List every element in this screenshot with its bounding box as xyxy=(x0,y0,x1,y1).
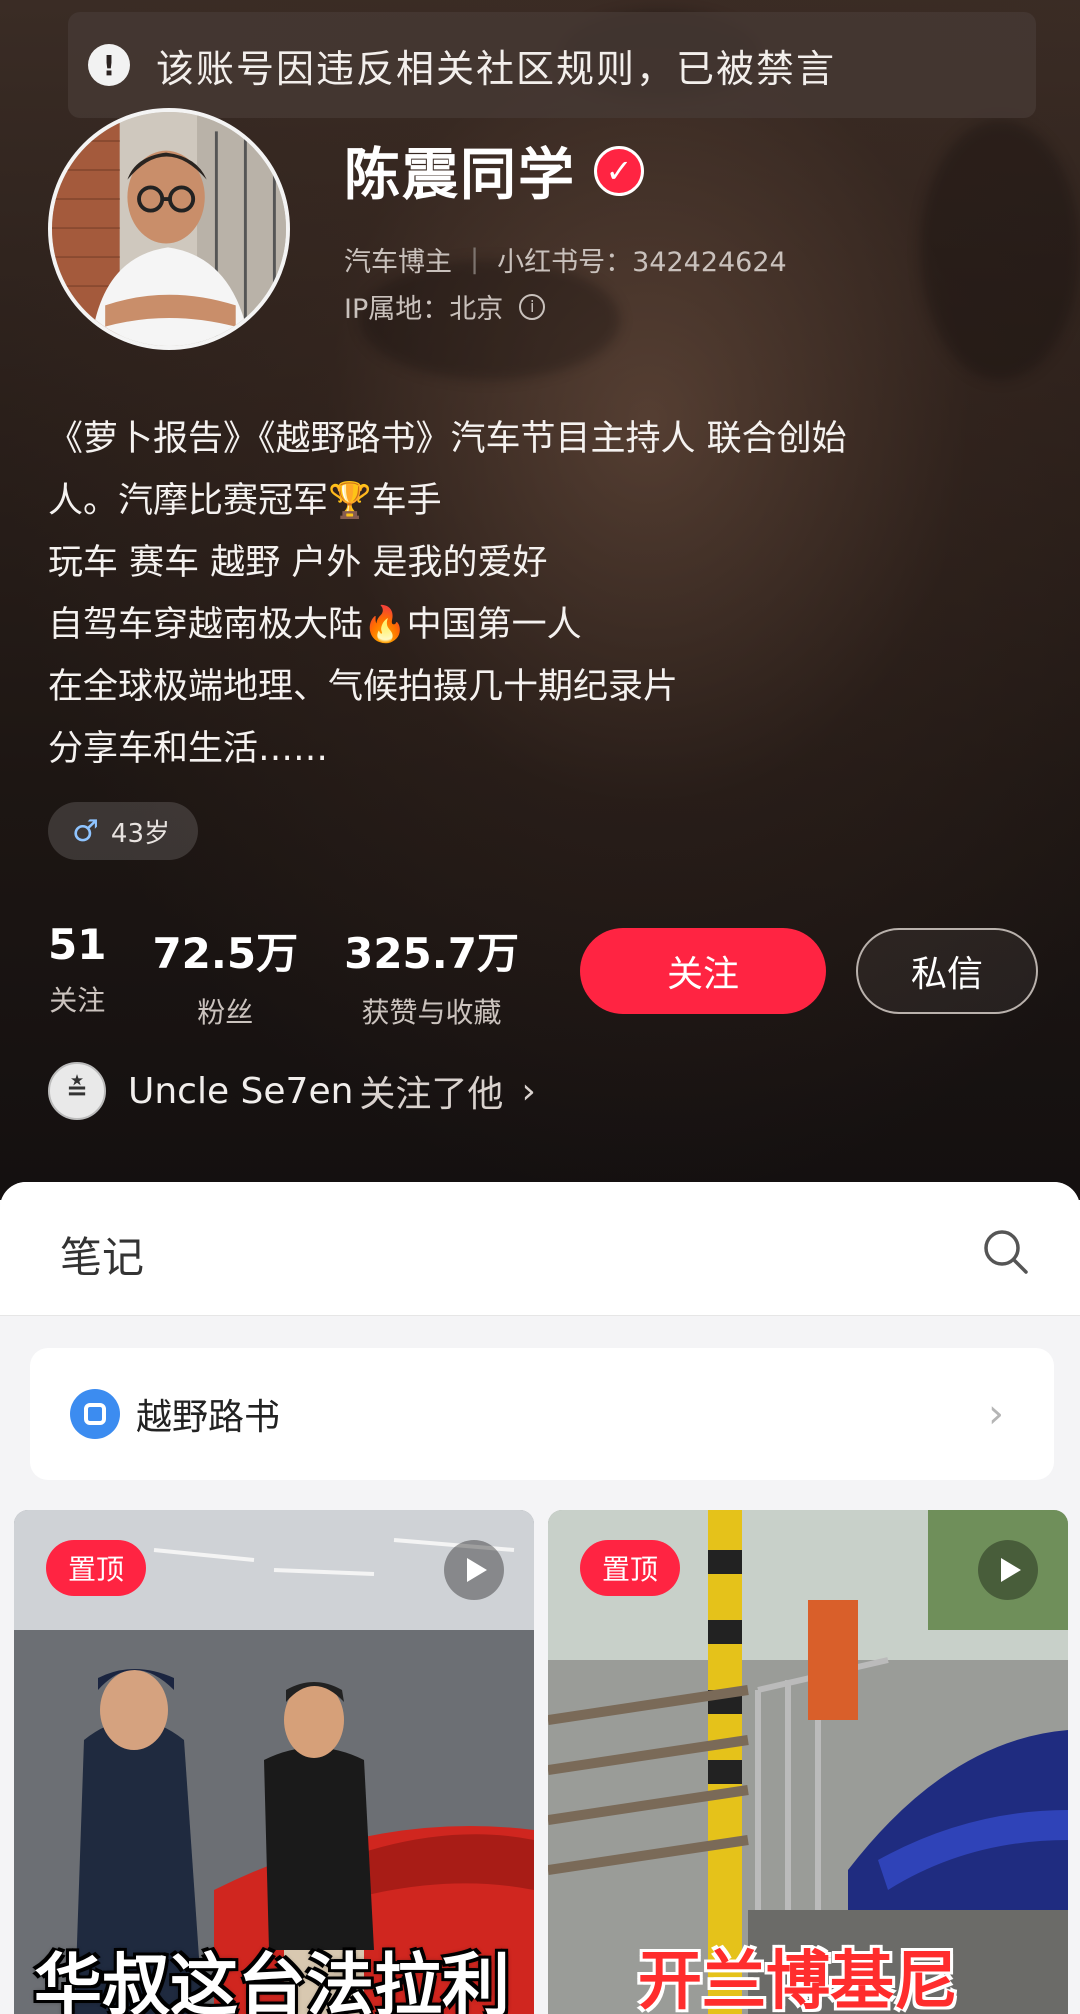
avatar-image xyxy=(52,112,286,346)
background-texture xyxy=(920,120,1080,380)
stat-label: 获赞与收藏 xyxy=(362,991,502,1031)
note-card[interactable]: 置顶 华叔这台法拉利 xyxy=(14,1510,534,2014)
name-row: 陈震同学 ✓ xyxy=(344,130,644,211)
alert-icon: ! xyxy=(88,44,130,86)
banned-notice-banner: ! 该账号因违反相关社区规则，已被禁言 xyxy=(68,12,1036,118)
profile-meta: 汽车博主 | 小红书号：342424624 xyxy=(344,240,787,279)
profile-bio: 《萝卜报告》《越野路书》汽车节目主持人 联合创始 人。汽摩比赛冠军🏆车手 玩车 … xyxy=(48,408,1038,780)
avatar[interactable] xyxy=(48,108,290,350)
content-sheet: 笔记 越野路书 › 置顶 华叔这台法拉利 xyxy=(0,1182,1080,2014)
bio-line: 自驾车穿越南极大陆🔥中国第一人 xyxy=(48,594,1038,656)
tab-notes[interactable]: 笔记 xyxy=(60,1224,144,1285)
bio-line: 在全球极端地理、气候拍摄几十期纪录片 xyxy=(48,656,1038,718)
bio-line: 人。汽摩比赛冠军🏆车手 xyxy=(48,470,1038,532)
note-cover-caption: 开兰博基尼 xyxy=(638,1930,958,2014)
collection-icon xyxy=(70,1389,120,1439)
follow-button[interactable]: 关注 xyxy=(580,928,826,1014)
bio-line: 分享车和生活…… xyxy=(48,718,1038,780)
play-icon xyxy=(978,1540,1038,1600)
banned-notice-text: 该账号因违反相关社区规则，已被禁言 xyxy=(156,38,836,93)
bio-line: 玩车 赛车 越野 户外 是我的爱好 xyxy=(48,532,1038,594)
follower-name: Uncle Se7en xyxy=(128,1071,353,1112)
collection-label: 越野路书 xyxy=(136,1388,280,1440)
stat-value: 72.5万 xyxy=(152,920,298,981)
tab-bar: 笔记 xyxy=(0,1182,1080,1316)
stat-likes-collects[interactable]: 325.7万 获赞与收藏 xyxy=(344,920,519,1031)
stat-label: 关注 xyxy=(49,979,105,1019)
meta-divider: | xyxy=(470,244,479,275)
age-tag: ♂ 43岁 xyxy=(48,802,198,860)
search-icon[interactable] xyxy=(980,1226,1030,1276)
pinned-badge: 置顶 xyxy=(46,1540,146,1596)
stat-value: 51 xyxy=(48,920,106,969)
profile-nickname: 陈震同学 xyxy=(344,130,576,211)
verified-check-icon: ✓ xyxy=(594,146,644,196)
age-label: 43岁 xyxy=(111,813,170,850)
followed-by-text: 关注了他 xyxy=(359,1065,503,1117)
pinned-badge: 置顶 xyxy=(580,1540,680,1596)
profile-header: ! 该账号因违反相关社区规则，已被禁言 陈震同学 ✓ 汽车博主 xyxy=(0,0,1080,1200)
profile-stats: 51 关注 72.5万 粉丝 325.7万 获赞与收藏 xyxy=(48,920,565,1031)
ip-location: IP属地：北京 xyxy=(344,287,503,326)
bio-line: 《萝卜报告》《越野路书》汽车节目主持人 联合创始 xyxy=(48,408,1038,470)
message-button[interactable]: 私信 xyxy=(856,928,1038,1014)
note-card[interactable]: 置顶 开兰博基尼 xyxy=(548,1510,1068,2014)
stat-following[interactable]: 51 关注 xyxy=(48,920,106,1031)
collection-entry[interactable]: 越野路书 › xyxy=(30,1348,1054,1480)
info-icon[interactable]: i xyxy=(519,294,545,320)
play-icon xyxy=(444,1540,504,1600)
chevron-right-icon: › xyxy=(521,1071,535,1112)
chevron-right-icon: › xyxy=(988,1391,1004,1437)
stat-label: 粉丝 xyxy=(197,991,253,1031)
follower-avatar: ≛ xyxy=(48,1062,106,1120)
stat-followers[interactable]: 72.5万 粉丝 xyxy=(152,920,298,1031)
followed-by-row[interactable]: ≛ Uncle Se7en 关注了他 › xyxy=(48,1062,536,1120)
male-icon: ♂ xyxy=(72,814,99,849)
profile-category: 汽车博主 xyxy=(344,240,452,279)
note-cover-caption: 华叔这台法拉利 xyxy=(34,1930,510,2014)
red-id[interactable]: 小红书号：342424624 xyxy=(497,240,787,279)
stat-value: 325.7万 xyxy=(344,920,519,981)
ip-location-row: IP属地：北京 i xyxy=(344,287,545,326)
